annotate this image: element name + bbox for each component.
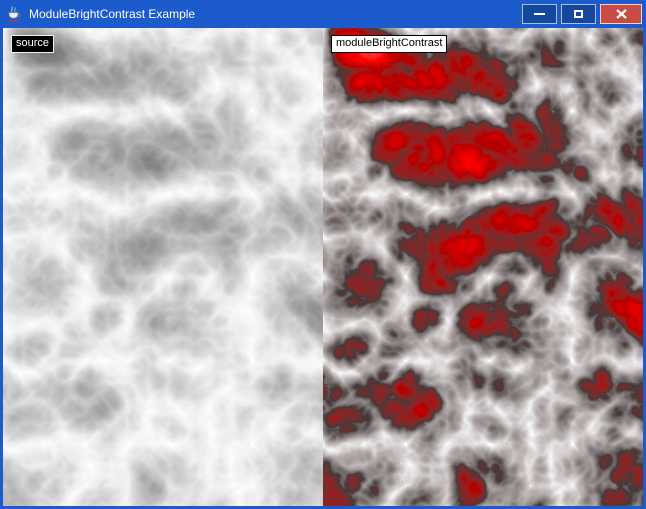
minimize-icon bbox=[534, 13, 545, 15]
titlebar[interactable]: ModuleBrightContrast Example bbox=[0, 0, 646, 28]
source-image bbox=[3, 28, 323, 506]
app-window: ModuleBrightContrast Example bbox=[0, 0, 646, 509]
content-area: source moduleBrightContrast bbox=[3, 28, 643, 506]
close-x-icon bbox=[616, 9, 627, 19]
maximize-icon bbox=[574, 10, 583, 18]
maximize-button[interactable] bbox=[561, 4, 596, 24]
java-coffee-cup-icon bbox=[6, 6, 22, 23]
result-image-panel: moduleBrightContrast bbox=[323, 28, 643, 506]
minimize-button[interactable] bbox=[522, 4, 557, 24]
window-title: ModuleBrightContrast Example bbox=[29, 8, 522, 20]
close-button[interactable] bbox=[600, 4, 642, 24]
source-image-panel: source bbox=[3, 28, 323, 506]
window-controls bbox=[522, 4, 642, 24]
result-label: moduleBrightContrast bbox=[331, 35, 447, 53]
source-label: source bbox=[11, 35, 54, 53]
result-image bbox=[323, 28, 643, 506]
